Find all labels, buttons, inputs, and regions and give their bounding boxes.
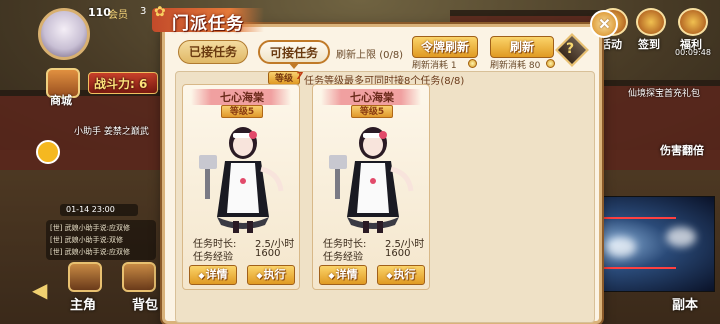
refresh-limit-value: (0/8) [379, 50, 404, 61]
battle-effect [606, 237, 636, 257]
token-refresh-cost: 刷新消耗 1 [412, 58, 457, 71]
detail-icon: ◆ [328, 271, 335, 280]
refresh-limit: 刷新上限 (0/8) [336, 46, 403, 61]
task-execute-button[interactable]: ◆执行 [377, 265, 425, 285]
nav-backpack-label: 背包 [132, 298, 159, 313]
chat-line: [世] 武娘小助手说:应双修 [50, 248, 131, 256]
refresh-cost-label: 刷新消耗 [490, 61, 527, 71]
token-refresh-cost-label: 刷新消耗 [412, 61, 449, 71]
task-card[interactable]: 七心海棠 等级5 任务时长: 2.5/小时 任务经验 1600 ◆详情 ◆执行 [312, 84, 430, 290]
token-icon [468, 59, 477, 68]
chat-line: [世] 武娘小助手说:双修 [50, 236, 124, 244]
task-execute-label: 执行 [263, 268, 286, 281]
vip-level: 3 [140, 6, 147, 17]
battle-effect [666, 227, 696, 247]
tab-pointer-icon [288, 62, 300, 69]
power-text: 战斗力: 6 [94, 77, 148, 91]
player-avatar[interactable] [38, 8, 90, 60]
maid-character-illustration [199, 127, 284, 233]
refresh-button[interactable]: 刷新 [490, 36, 554, 58]
detail-icon: ◆ [198, 271, 205, 280]
chat-line: [世] 武娘小助手说:应双修 [50, 224, 131, 232]
refresh-label: 刷新 [509, 40, 534, 54]
help-question-icon: ? [566, 41, 575, 57]
level-value: 7 [296, 71, 303, 82]
gold-coin-icon [546, 59, 555, 68]
tab-accepted-tasks[interactable]: 已接任务 [178, 40, 248, 64]
task-level: 等级5 [221, 105, 263, 118]
damage-bonus-text: 伤害翻倍 [660, 144, 704, 157]
task-detail-button[interactable]: ◆详情 [319, 265, 367, 285]
task-card[interactable]: 七心海棠 等级5 任务时长: 2.5/小时 任务经验 1600 ◆详情 ◆执行 [182, 84, 300, 290]
task-level: 等级5 [351, 105, 393, 118]
exp-value: 1600 [255, 248, 281, 259]
task-name: 七心海棠 [220, 91, 264, 104]
token-refresh-cost-value: 1 [450, 61, 457, 71]
execute-icon: ◆ [256, 271, 263, 280]
refresh-cost: 刷新消耗 80 [490, 58, 540, 71]
main-role-icon[interactable] [68, 262, 102, 292]
tab-available-tasks[interactable]: 可接任务 [258, 40, 330, 64]
event-timer: 00:09:48 [675, 48, 711, 57]
assistant-text: 小助手 姜禁之巅武 [74, 127, 149, 137]
nav-back-arrow-icon[interactable]: ◀ [32, 278, 47, 302]
vip-label: 会员 [108, 10, 128, 21]
exp-value: 1600 [385, 248, 411, 259]
task-name: 七心海棠 [350, 91, 394, 104]
sign-in-icon[interactable] [636, 8, 666, 36]
task-execute-label: 执行 [393, 268, 416, 281]
welfare-icon[interactable] [678, 8, 708, 36]
task-detail-button[interactable]: ◆详情 [189, 265, 237, 285]
task-detail-label: 详情 [205, 268, 228, 281]
exp-label: 任务经验 [323, 252, 363, 263]
mall-label: 商城 [50, 94, 72, 107]
nav-dungeon-label: 副本 [672, 298, 699, 313]
chat-timestamp: 01-14 23:00 [66, 205, 115, 214]
refresh-cost-value: 80 [528, 61, 541, 71]
flower-icon: ✿ [154, 4, 166, 20]
execute-icon: ◆ [386, 271, 393, 280]
dialog-title: 门派任务 [172, 14, 244, 34]
task-execute-button[interactable]: ◆执行 [247, 265, 295, 285]
cat-icon[interactable] [36, 140, 60, 164]
event-banner-text[interactable]: 仙境探宝首充礼包 [628, 86, 700, 99]
nav-main-role-label: 主角 [70, 298, 97, 313]
token-refresh-button[interactable]: 令牌刷新 [412, 36, 478, 58]
sign-in-label: 签到 [638, 38, 660, 51]
exp-label: 任务经验 [193, 252, 233, 263]
task-detail-label: 详情 [335, 268, 358, 281]
backpack-icon[interactable] [122, 262, 156, 292]
maid-character-illustration [329, 127, 414, 233]
refresh-limit-label: 刷新上限 [336, 50, 376, 61]
